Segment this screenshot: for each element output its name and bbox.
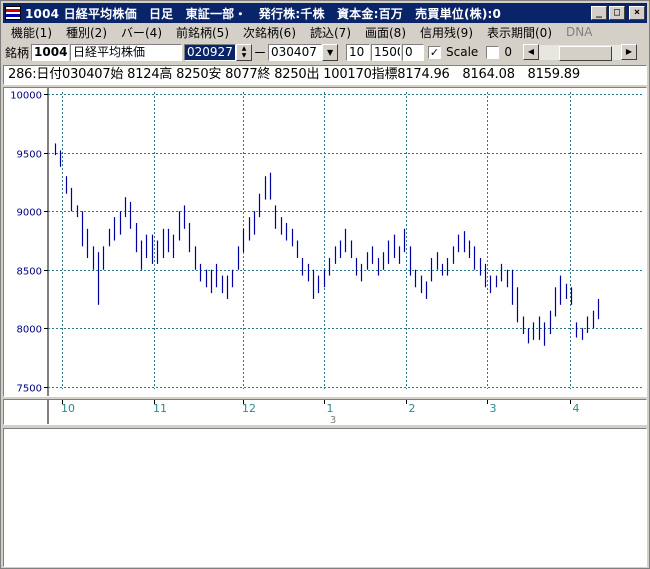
option-checkbox[interactable] [486, 45, 500, 59]
spin-down-icon[interactable]: ▼ [237, 52, 251, 60]
app-flag-icon[interactable] [5, 6, 21, 20]
minimize-button[interactable]: _ [591, 6, 607, 20]
date-to-select[interactable]: 030407 [268, 43, 323, 61]
scroll-right-icon[interactable]: ▶ [620, 44, 637, 60]
y-tick-label: 8000 [17, 325, 42, 336]
stock-name-field[interactable]: 日経平均株価 [70, 43, 183, 61]
scroll-thumb[interactable] [558, 45, 612, 61]
menu-prev-stock[interactable]: 前銘柄(5) [168, 24, 235, 41]
y-tick-label: 8500 [17, 267, 42, 278]
x-tick-label: 1 [327, 402, 334, 415]
menu-margin-balance[interactable]: 信用残(9) [412, 24, 479, 41]
menu-bar-type[interactable]: バー(4) [113, 24, 168, 41]
price-chart-panel[interactable]: 10000 9500 9000 8500 8000 7500 [3, 87, 647, 397]
date-axis: 10 11 12 1 2 3 43 [47, 400, 580, 426]
date-from-input[interactable]: 020927 [184, 43, 237, 61]
x-tick-label: 2 [409, 402, 416, 415]
menu-dna: DNA [566, 25, 593, 39]
x-tick-label: 3 [490, 402, 497, 415]
x-tick-label: 10 [61, 402, 75, 415]
year-label: 3 [330, 415, 336, 424]
scroll-left-icon[interactable]: ◀ [522, 44, 539, 60]
menu-bar: 機能(1) 種別(2) バー(4) 前銘柄(5) 次銘柄(6) 読込(7) 画面… [3, 23, 647, 41]
param-input-3[interactable]: 0 [402, 43, 425, 61]
close-button[interactable]: × [629, 6, 645, 20]
x-tick-label: 4 [573, 402, 580, 415]
menu-display-period[interactable]: 表示期間(0) [479, 24, 558, 41]
menu-function[interactable]: 機能(1) [3, 24, 58, 41]
option-value: 0 [504, 45, 512, 59]
menu-type[interactable]: 種別(2) [58, 24, 113, 41]
period-scrollbar[interactable]: ◀ ▶ [521, 43, 638, 61]
menu-load[interactable]: 読込(7) [302, 24, 357, 41]
date-axis-panel: 10 11 12 1 2 3 4 3 [3, 399, 647, 426]
stock-code-input[interactable]: 1004 [31, 43, 70, 61]
price-chart: 10000 9500 9000 8500 8000 7500 [10, 88, 644, 396]
y-tick-label: 9500 [17, 150, 42, 161]
date-range-dash: ー [254, 45, 267, 60]
indicator-panel[interactable] [3, 428, 647, 567]
y-tick-label: 7500 [17, 384, 42, 395]
window-title: 1004 日経平均株価 日足 東証一部・ 発行株:千株 資本金:百万 売買単位(… [25, 6, 502, 21]
x-tick-label: 12 [242, 402, 256, 415]
price-info-line: 286:日付030407始 8124高 8250安 8077終 8250出 10… [3, 65, 647, 85]
param-input-1[interactable]: 10 [346, 43, 371, 61]
stock-label: 銘柄 [5, 45, 30, 60]
y-tick-label: 9000 [17, 208, 42, 219]
menu-next-stock[interactable]: 次銘柄(6) [235, 24, 302, 41]
date-from-spinner[interactable]: ▲ ▼ [236, 43, 253, 61]
param-input-2[interactable]: 1500 [371, 43, 402, 61]
app-window: 1004 日経平均株価 日足 東証一部・ 発行株:千株 資本金:百万 売買単位(… [0, 0, 650, 569]
title-bar[interactable]: 1004 日経平均株価 日足 東証一部・ 発行株:千株 資本金:百万 売買単位(… [3, 3, 647, 23]
toolbar: 銘柄 1004 日経平均株価 020927 ▲ ▼ ー 030407 ▼ 10 1… [3, 42, 647, 62]
scale-checkbox[interactable]: ✓ [428, 45, 442, 59]
chevron-down-icon[interactable]: ▼ [322, 43, 339, 61]
spin-up-icon[interactable]: ▲ [237, 45, 251, 53]
y-tick-label: 10000 [10, 91, 42, 102]
menu-screen[interactable]: 画面(8) [357, 24, 412, 41]
scale-label: Scale [446, 45, 479, 59]
maximize-button[interactable]: □ [609, 6, 625, 20]
x-tick-label: 11 [153, 402, 167, 415]
